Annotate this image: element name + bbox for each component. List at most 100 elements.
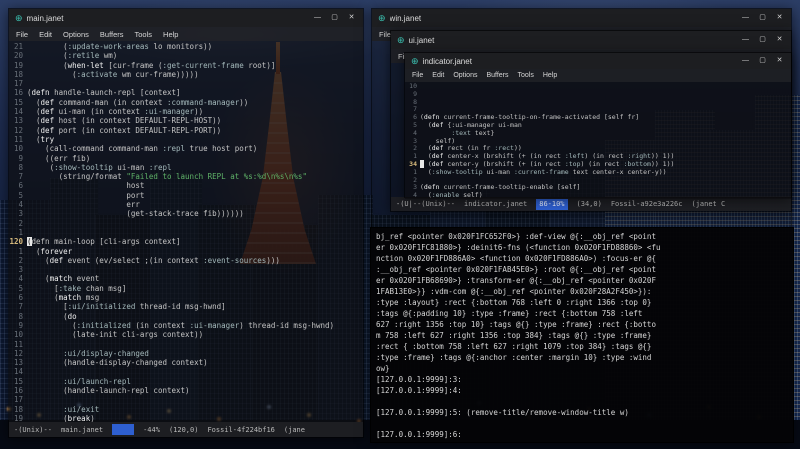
line-number: 4 (18, 200, 23, 210)
terminal-line: :type :frame} :tags @{:anchor :center :m… (376, 353, 652, 362)
terminal-line: nction 0x020F1FD886A0> <function 0x020F1… (376, 254, 656, 263)
minimize-button[interactable]: — (737, 53, 754, 69)
window-title: main.janet (26, 13, 64, 23)
code-row: 4 err (9, 200, 363, 209)
code-row: 10 (call-command command-man :repl true … (9, 144, 363, 153)
maximize-button[interactable]: ▢ (754, 10, 771, 26)
status-percent: -44% (143, 425, 160, 434)
close-button[interactable]: ✕ (343, 10, 360, 26)
status-bar: -(U|--(Unix)-- indicator.janet 86-10% (3… (391, 197, 791, 211)
code-line: (def host (in context DEFAULT-REPL-HOST)… (27, 116, 222, 126)
line-number: 15 (13, 97, 23, 107)
status-bar: -(Unix)-- main.janet -44% (120,0) Fossil… (9, 422, 363, 437)
minimize-button[interactable]: — (309, 10, 326, 26)
maximize-button[interactable]: ▢ (754, 53, 771, 69)
terminal-line: bj_ref <pointer 0x020F1FC652F0>} :def-vi… (376, 232, 656, 241)
line-number: 17 (13, 395, 23, 405)
titlebar[interactable]: ⊕ win.janet — ▢ ✕ (372, 9, 791, 27)
terminal-line: ow} (376, 364, 390, 373)
minimize-button[interactable]: — (737, 32, 754, 48)
menu-item[interactable]: Edit (432, 72, 444, 79)
menu-item[interactable]: Tools (518, 72, 534, 79)
maximize-button[interactable]: ▢ (326, 10, 343, 26)
code-line: (when-let [cur-frame (:get-current-frame… (27, 60, 276, 70)
code-row: 4 (:enable self) (405, 191, 791, 199)
code-line: [:ui/initialized thread-id msg-hwnd] (27, 302, 226, 312)
code-line: :ui/launch-repl (63, 376, 131, 386)
menu-item[interactable]: Options (63, 30, 89, 39)
code-row: 9 ((err fib) (9, 154, 363, 163)
repl-terminal[interactable]: bj_ref <pointer 0x020F1FC652F0>} :def-vi… (370, 227, 794, 443)
code-row: 8 (:show-tooltip ui-man :repl (9, 163, 363, 172)
menu-item[interactable]: File (412, 72, 423, 79)
code-row: 12 (def port (in context DEFAULT-REPL-PO… (9, 126, 363, 135)
line-number: 16 (13, 88, 23, 98)
terminal-line: :tags @{:padding 10} :type :frame} :rect… (376, 309, 643, 318)
code-row: 4 (match event (9, 274, 363, 283)
line-number: 17 (13, 79, 23, 89)
status-cursor-pos: (120,0) (168, 425, 199, 434)
titlebar[interactable]: ⊕ main.janet — ▢ ✕ (9, 9, 363, 27)
code-row: 15 (def command-man (in context :command… (9, 98, 363, 107)
minimize-button[interactable]: — (737, 10, 754, 26)
line-number: 120 (9, 237, 23, 247)
maximize-button[interactable]: ▢ (754, 32, 771, 48)
line-number: 13 (13, 358, 23, 368)
titlebar[interactable]: ⊕ ui.janet — ▢ ✕ (391, 31, 791, 49)
terminal-line: :rect { :bottom 758 :left 627 :right 107… (376, 342, 652, 351)
app-icon: ⊕ (378, 12, 386, 23)
status-mode: -(U|--(Unix)-- (396, 200, 456, 208)
code-line: (string/format "Failed to launch REPL at… (27, 172, 307, 182)
code-line: (get-stack-trace fib)))))) (27, 209, 244, 219)
code-editor[interactable]: 21 (:update-work-areas lo monitors)) 20 (… (9, 41, 363, 424)
code-row: 1 (:show-tooltip ui-man :current-frame t… (405, 168, 791, 177)
menu-item[interactable]: Help (543, 72, 557, 79)
code-row: 11 (9, 340, 363, 349)
titlebar[interactable]: ⊕ indicator.janet — ▢ ✕ (405, 53, 791, 69)
code-line: (:retile wm) (27, 51, 118, 61)
code-row: 17 (9, 395, 363, 404)
code-line: (def ui-man (in context :ui-manager)) (27, 107, 204, 117)
terminal-line: [127.0.0.1:9999]:5: (remove-title/remove… (376, 408, 629, 417)
code-row: 3 (9, 265, 363, 274)
line-number: 18 (13, 69, 23, 79)
line-number: 3 (18, 209, 23, 219)
menu-item[interactable]: Edit (39, 30, 52, 39)
menu-item[interactable]: Help (163, 30, 178, 39)
menu-item[interactable]: File (16, 30, 28, 39)
line-number: 7 (18, 172, 23, 182)
line-number: 16 (13, 385, 23, 395)
code-line: (:initialized (in context :ui-manager) t… (27, 320, 335, 330)
code-row: 2 (9, 219, 363, 228)
code-line: err (27, 200, 140, 210)
terminal-line: 627 :right 1356 :top 10} :tags @{} :type… (376, 320, 656, 329)
close-button[interactable]: ✕ (771, 32, 788, 48)
line-number: 9 (18, 320, 23, 330)
code-row: 2 (def event (ev/select ;(in context :ev… (9, 256, 363, 265)
line-number: 15 (13, 376, 23, 386)
line-number: 5 (18, 283, 23, 293)
menu-item[interactable]: Options (453, 72, 477, 79)
menu-item[interactable]: Tools (135, 30, 153, 39)
code-row: 7 [:ui/initialized thread-id msg-hwnd] (9, 302, 363, 311)
code-line: (:update-work-areas lo monitors)) (27, 42, 213, 51)
window-title: win.janet (389, 13, 422, 23)
close-button[interactable]: ✕ (771, 10, 788, 26)
terminal-line: [127.0.0.1:9999]:6: (376, 430, 462, 439)
code-row: 18 :ui/exit (9, 405, 363, 414)
code-line: (def command-man (in context :command-ma… (27, 97, 249, 107)
close-button[interactable]: ✕ (771, 53, 788, 69)
code-row: 19 (when-let [cur-frame (:get-current-fr… (9, 61, 363, 70)
menu-item[interactable]: Buffers (100, 30, 124, 39)
code-row: 5 port (9, 191, 363, 200)
line-number: 2 (18, 255, 23, 265)
menu-item[interactable]: Buffers (486, 72, 508, 79)
line-number: 1 (18, 227, 23, 237)
line-number: 12 (13, 125, 23, 135)
status-progress-badge (112, 424, 135, 435)
code-editor[interactable]: 10 9 8 7 6 (defn current-frame-tooltip-on-fra… (405, 82, 791, 199)
line-number: 14 (13, 107, 23, 117)
code-line: (match event (27, 274, 100, 284)
status-progress-badge: 86-10% (536, 198, 568, 210)
